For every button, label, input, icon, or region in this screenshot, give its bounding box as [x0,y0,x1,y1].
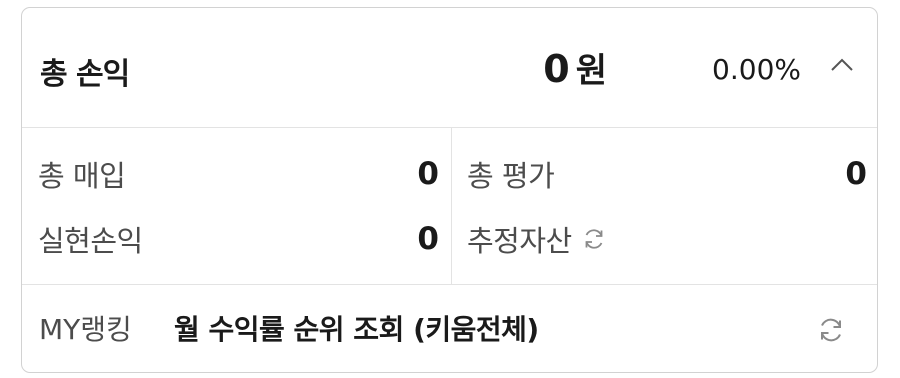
realized-profit-label: 실현손익 [38,224,143,258]
total-eval-label: 총 평가 [467,159,555,193]
realized-profit-value: 0 [417,221,439,257]
total-profit-title: 총 손익 [40,57,130,92]
refresh-icon[interactable] [815,314,847,346]
monthly-rank-link[interactable]: 월 수익률 순위 조회 (키움전체) [174,308,539,348]
total-profit-value: 0 [543,47,570,91]
total-profit-amount: 0원 [543,43,607,92]
summary-details: 총 매입 0 실현손익 0 총 평가 0 추정자산 [22,127,877,285]
my-ranking-label: MY랭킹 [39,313,132,346]
estimated-asset-row: 추정자산 [467,219,608,259]
summary-header[interactable]: 총 손익 0원 0.00% [22,8,877,128]
total-profit-rate: 0.00% [712,53,801,86]
column-divider [451,127,452,284]
chevron-up-icon[interactable] [827,50,857,80]
profit-summary-card: 총 손익 0원 0.00% 총 매입 0 실현손익 0 총 평가 0 추정자산 [21,7,878,373]
estimated-asset-label: 추정자산 [467,224,572,258]
refresh-icon[interactable] [580,225,608,253]
total-buy-label: 총 매입 [38,159,126,193]
ranking-row: MY랭킹 월 수익률 순위 조회 (키움전체) [22,284,877,372]
total-eval-value: 0 [845,156,867,192]
total-buy-value: 0 [417,156,439,192]
currency-unit: 원 [575,51,607,91]
